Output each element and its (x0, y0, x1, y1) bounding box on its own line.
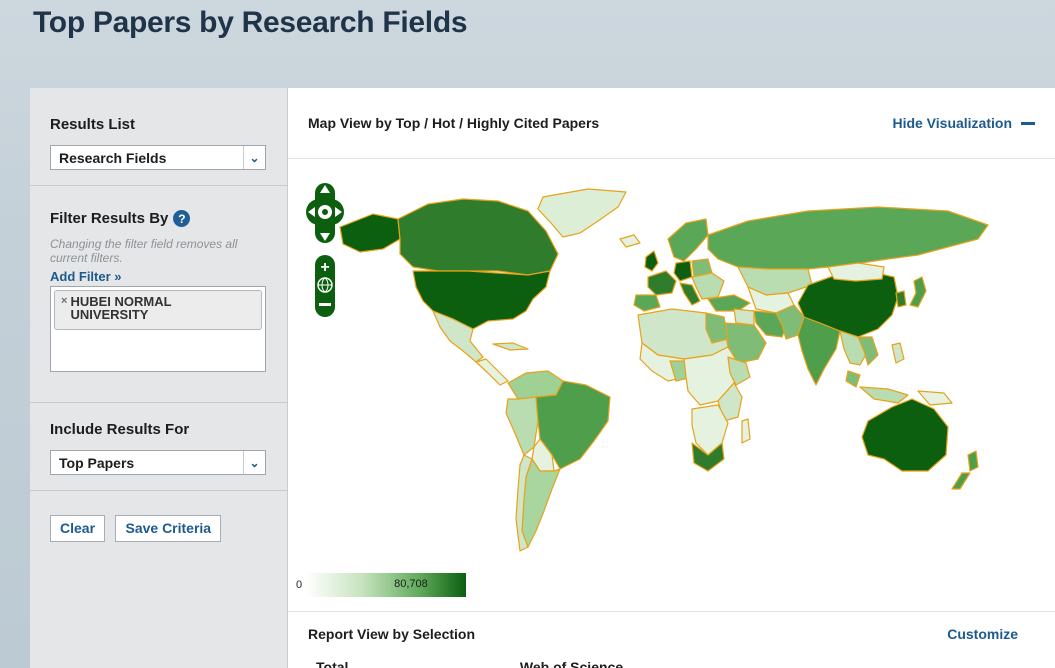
country-usa[interactable] (412, 270, 551, 330)
country-alaska[interactable] (339, 213, 401, 253)
results-list-section: Results List Research Fields ⌄ (30, 88, 287, 186)
filter-chip-label: HUBEI NORMAL UNIVERSITY (70, 294, 172, 322)
country-france[interactable] (647, 270, 677, 296)
column-header-web-of-science[interactable]: Web of Science (520, 659, 623, 668)
report-header: Report View by Selection Customize (288, 611, 1055, 655)
map-title: Map View by Top / Hot / Highly Cited Pap… (308, 115, 600, 131)
clear-button[interactable]: Clear (50, 515, 106, 542)
zoom-in-icon[interactable]: + (320, 259, 329, 276)
include-value: Top Papers (59, 454, 135, 471)
country-indonesia[interactable] (859, 386, 909, 404)
main-panel: Map View by Top / Hot / Highly Cited Pap… (288, 88, 1055, 668)
country-malaysia[interactable] (845, 370, 861, 388)
add-filter-link[interactable]: Add Filter » (50, 269, 267, 284)
country-philippines[interactable] (891, 342, 905, 364)
pan-control-icon[interactable] (306, 183, 344, 243)
country-australia[interactable] (861, 398, 949, 472)
chevron-down-icon[interactable]: ⌄ (243, 146, 265, 169)
results-list-select[interactable]: Research Fields ⌄ (50, 145, 266, 170)
country-madagascar[interactable] (741, 418, 751, 444)
country-scandinavia[interactable] (667, 218, 709, 262)
active-filters-box: × HUBEI NORMAL UNIVERSITY (50, 286, 266, 372)
minus-icon (1021, 121, 1035, 125)
include-select[interactable]: Top Papers ⌄ (50, 450, 266, 475)
country-greenland[interactable] (537, 188, 627, 238)
country-iraq[interactable] (733, 308, 755, 326)
country-new-zealand[interactable] (967, 450, 979, 472)
map-legend: 0 80,708 (296, 573, 467, 597)
country-japan[interactable] (909, 276, 927, 308)
actions-section: Clear Save Criteria (30, 491, 287, 542)
country-uk[interactable] (644, 250, 659, 272)
country-spain[interactable] (633, 294, 661, 312)
country-cuba[interactable] (492, 342, 529, 351)
zoom-control[interactable]: + (315, 255, 335, 317)
results-list-heading: Results List (50, 116, 136, 133)
country-canada[interactable] (397, 198, 559, 276)
legend-color-scale: 80,708 (306, 573, 467, 597)
customize-link[interactable]: Customize (947, 626, 1018, 642)
country-russia[interactable] (707, 206, 989, 270)
zoom-out-icon[interactable] (319, 303, 331, 306)
chevron-down-icon[interactable]: ⌄ (243, 451, 265, 474)
country-papua[interactable] (917, 390, 953, 406)
filter-chip: × HUBEI NORMAL UNIVERSITY (54, 290, 262, 330)
filter-hint: Changing the filter field removes all cu… (50, 237, 238, 265)
country-central-america[interactable] (475, 358, 509, 386)
close-icon[interactable]: × (61, 295, 67, 325)
save-criteria-button[interactable]: Save Criteria (115, 515, 222, 542)
include-heading: Include Results For (50, 421, 190, 438)
legend-max-label: 80,708 (394, 578, 428, 590)
column-header-total[interactable]: Total (316, 659, 516, 668)
help-icon[interactable]: ? (173, 210, 191, 227)
country-iceland[interactable] (619, 234, 641, 248)
filter-section: Filter Results By ? Changing the filter … (30, 186, 287, 403)
report-table-header: Total Web of Science (316, 659, 623, 668)
filter-heading: Filter Results By (50, 210, 169, 227)
include-section: Include Results For Top Papers ⌄ (30, 403, 287, 491)
country-new-zealand-south[interactable] (951, 472, 971, 490)
results-list-value: Research Fields (59, 149, 167, 166)
map-header: Map View by Top / Hot / Highly Cited Pap… (288, 88, 1055, 159)
hide-visualization-label: Hide Visualization (892, 115, 1012, 131)
report-title: Report View by Selection (308, 625, 476, 642)
country-mongolia[interactable] (827, 262, 885, 282)
world-map[interactable]: + 0 80,708 (288, 159, 1055, 611)
world-map-svg[interactable]: + (288, 159, 1055, 569)
country-peru[interactable] (505, 396, 539, 456)
filter-sidebar: Results List Research Fields ⌄ Filter Re… (30, 88, 288, 668)
legend-min-label: 0 (296, 579, 303, 591)
page-title: Top Papers by Research Fields (33, 6, 468, 39)
country-korea[interactable] (895, 290, 907, 308)
country-germany[interactable] (673, 260, 693, 282)
hide-visualization-link[interactable]: Hide Visualization (892, 115, 1035, 131)
